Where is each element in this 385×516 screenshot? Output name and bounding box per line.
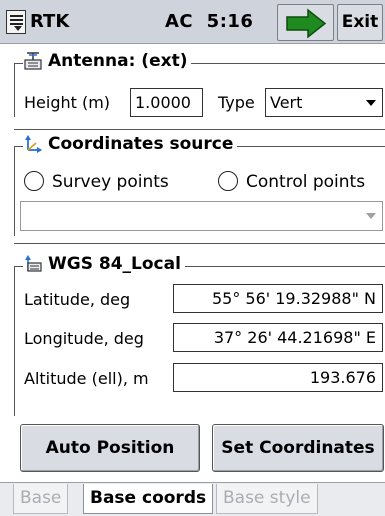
tab-bar: Base Base coords Base style <box>0 482 385 516</box>
app-title: RTK <box>30 11 70 32</box>
coordinate-system-icon <box>25 255 42 272</box>
antenna-type-value: Vert <box>270 93 303 112</box>
tab-base-style[interactable]: Base style <box>216 484 318 514</box>
tab-base[interactable]: Base <box>13 484 69 514</box>
set-coordinates-button[interactable]: Set Coordinates <box>212 424 384 472</box>
antenna-divider <box>14 129 385 130</box>
type-label: Type <box>218 93 255 112</box>
height-label: Height (m) <box>24 93 111 112</box>
antenna-title: Antenna: (ext) <box>48 51 188 71</box>
wgs-group-title: WGS 84_Local <box>23 254 185 274</box>
antenna-icon <box>24 52 42 70</box>
green-right-arrow-icon <box>286 8 327 39</box>
control-points-radio[interactable] <box>218 171 238 191</box>
latitude-field[interactable]: 55° 56' 19.32988" N <box>173 284 383 313</box>
exit-button[interactable]: Exit <box>337 4 383 41</box>
chevron-down-icon <box>366 100 376 106</box>
control-points-label[interactable]: Control points <box>246 172 365 192</box>
source-divider <box>14 243 385 244</box>
status-clock: AC 5:16 <box>165 11 254 32</box>
coordinates-source-group-title: Coordinates source <box>23 134 238 154</box>
longitude-field[interactable]: 37° 26' 44.21698" E <box>173 323 383 352</box>
antenna-group-title: Antenna: (ext) <box>23 51 192 71</box>
altitude-label: Altitude (ell), m <box>24 369 149 388</box>
point-select[interactable] <box>20 201 383 231</box>
chevron-down-icon <box>366 213 376 219</box>
height-input[interactable]: 1.0000 <box>130 88 203 117</box>
menu-icon[interactable] <box>6 10 26 34</box>
coordinates-source-title: Coordinates source <box>48 134 234 154</box>
go-button[interactable] <box>277 4 334 41</box>
wgs-title: WGS 84_Local <box>48 254 181 274</box>
latitude-label: Latitude, deg <box>24 290 131 309</box>
longitude-label: Longitude, deg <box>24 329 144 348</box>
survey-points-radio[interactable] <box>24 171 44 191</box>
tab-base-coords[interactable]: Base coords <box>83 484 214 514</box>
altitude-field[interactable]: 193.676 <box>173 363 383 392</box>
coordinate-axes-icon <box>25 135 42 153</box>
antenna-type-select[interactable]: Vert <box>265 88 383 117</box>
auto-position-button[interactable]: Auto Position <box>20 424 200 472</box>
survey-points-label[interactable]: Survey points <box>52 172 169 192</box>
title-bar: RTK AC 5:16 Exit <box>0 0 385 44</box>
